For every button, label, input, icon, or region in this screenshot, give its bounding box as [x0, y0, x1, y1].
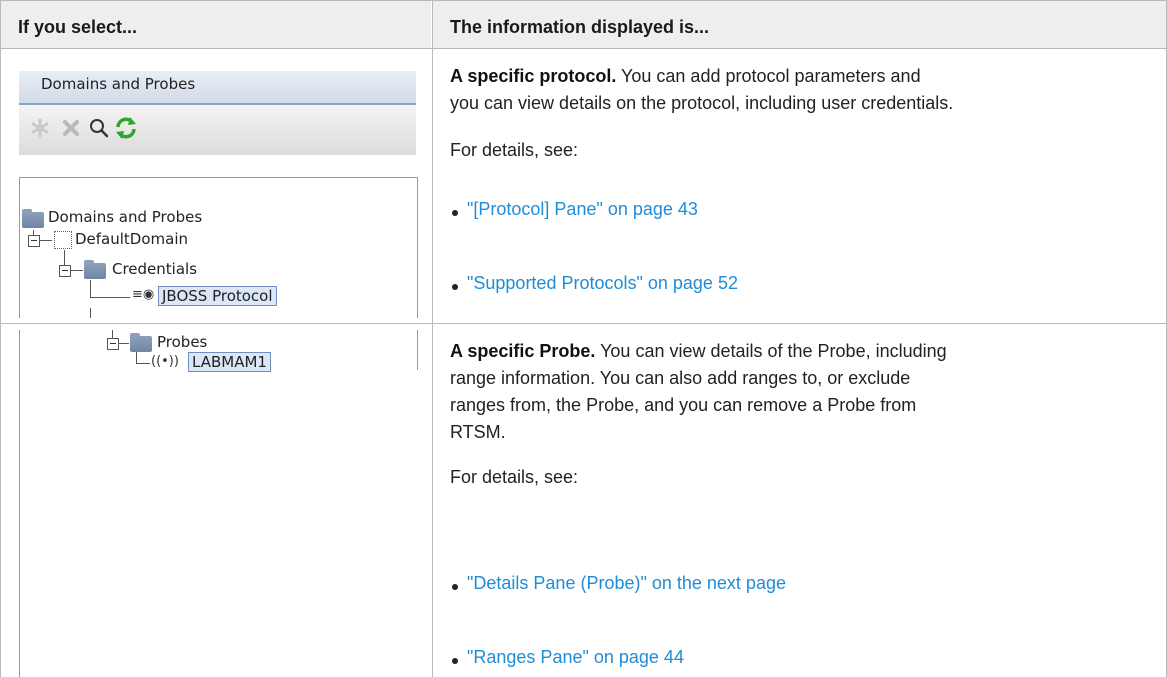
border-row [0, 323, 1167, 324]
tree-panel: Domains and Probes DefaultDomain Credent… [19, 177, 418, 318]
tree-root[interactable]: Domains and Probes [48, 208, 202, 226]
probe-tree-panel: Probes ((•)) LABMAM1 [19, 330, 418, 372]
row2-desc-l4: RTSM. [450, 422, 506, 442]
panel-toolbar [19, 105, 416, 155]
row1-desc-l1: You can add protocol parameters and [616, 66, 921, 86]
row1-desc-l2: you can view details on the protocol, in… [450, 93, 954, 113]
delete-x-icon[interactable] [58, 115, 84, 141]
tree-probe-selected[interactable]: LABMAM1 [188, 352, 271, 372]
tree-protocol-selected[interactable]: JBOSS Protocol [158, 286, 277, 306]
tree-line [119, 343, 129, 344]
tree-line [90, 280, 91, 298]
credentials-folder-icon [84, 260, 106, 279]
row2-desc-l2: range information. You can also add rang… [450, 368, 911, 388]
domain-icon [54, 231, 72, 249]
probe-signal-icon: ((•)) [151, 354, 179, 369]
probes-folder-icon [130, 333, 152, 352]
tree-line [90, 297, 130, 298]
link-ranges-pane[interactable]: "Ranges Pane" on page 44 [467, 647, 684, 668]
search-icon[interactable] [86, 115, 112, 141]
bullet [452, 658, 458, 664]
info-table: If you select... The information display… [0, 0, 1167, 677]
tree-line [112, 330, 113, 338]
border-header [0, 48, 1167, 49]
tree-probes[interactable]: Probes [157, 333, 207, 351]
row2-lead: A specific Probe. [450, 341, 596, 361]
collapse-icon[interactable] [107, 338, 119, 350]
row1-description: A specific protocol. You can add protoco… [450, 63, 1160, 117]
panel-titlebar: Domains and Probes [19, 71, 416, 105]
shot-border-left [19, 330, 20, 677]
collapse-icon[interactable] [59, 265, 71, 277]
protocol-icon: ≡◉ [132, 287, 155, 302]
border-left [0, 0, 1, 677]
tree-domain[interactable]: DefaultDomain [75, 230, 188, 248]
row2-desc-l1: You can view details of the Probe, inclu… [595, 341, 947, 361]
tree-credentials[interactable]: Credentials [112, 260, 197, 278]
row2-desc-l3: ranges from, the Probe, and you can remo… [450, 395, 917, 415]
border-top [0, 0, 1167, 1]
tree-line [71, 270, 83, 271]
link-details-pane-probe[interactable]: "Details Pane (Probe)" on the next page [467, 573, 786, 594]
row1-lead: A specific protocol. [450, 66, 617, 86]
panel-title: Domains and Probes [41, 75, 196, 93]
link-protocol-pane[interactable]: "[Protocol] Pane" on page 43 [467, 199, 698, 220]
refresh-icon[interactable] [113, 115, 139, 141]
tree-line [136, 363, 150, 364]
header-col1: If you select... [18, 17, 138, 37]
row2-description: A specific Probe. You can view details o… [450, 338, 1164, 446]
tree-line [90, 308, 91, 318]
domains-folder-icon [22, 209, 44, 228]
row2-for-details: For details, see: [450, 467, 579, 487]
header-col2: The information displayed is... [450, 17, 710, 37]
asterisk-icon[interactable] [27, 115, 53, 141]
row1-for-details: For details, see: [450, 140, 579, 160]
bullet [452, 284, 458, 290]
tree-line [40, 240, 52, 241]
bullet [452, 210, 458, 216]
collapse-icon[interactable] [28, 235, 40, 247]
bullet [452, 584, 458, 590]
link-supported-protocols[interactable]: "Supported Protocols" on page 52 [467, 273, 738, 294]
border-middle [432, 0, 433, 677]
